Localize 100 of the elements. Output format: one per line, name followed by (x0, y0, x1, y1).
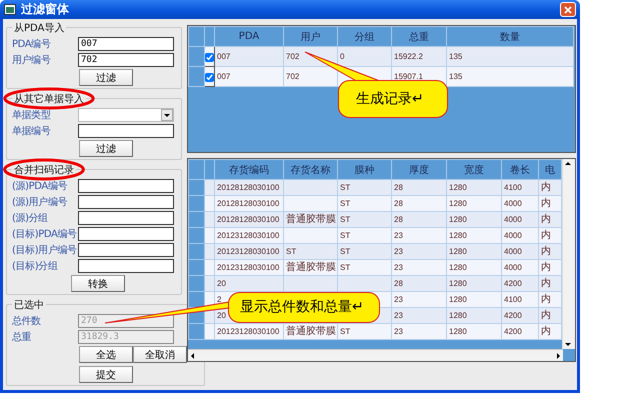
column-header[interactable]: 电 (538, 160, 562, 180)
column-header[interactable]: 存货名称 (284, 160, 338, 180)
table-cell: 内 (538, 276, 562, 292)
table-cell: 4000 (502, 196, 538, 212)
group-title: 合并扫码记录 (14, 165, 74, 176)
table-cell: 1280 (446, 196, 502, 212)
table-cell: 内 (538, 308, 562, 324)
column-header[interactable]: 卷长 (502, 160, 538, 180)
table-cell: 20123128030100 (214, 260, 284, 276)
field-label: 总件数 (12, 314, 42, 328)
table-cell: ST (338, 212, 392, 228)
table-cell: 4100 (502, 292, 538, 308)
text-field[interactable] (78, 243, 174, 257)
table-cell: ST (338, 180, 392, 196)
table-cell: 内 (538, 180, 562, 196)
field-label: 总重 (12, 330, 32, 344)
table-cell: 20123128030100 (214, 228, 284, 244)
table-cell: 1280 (446, 228, 502, 244)
action-button[interactable]: 全取消 (133, 346, 187, 363)
field-label: 单据编号 (12, 124, 52, 138)
field-label: (源)PDA编号 (12, 180, 68, 193)
column-header[interactable]: 总重 (392, 26, 446, 46)
row-checkbox[interactable] (205, 73, 214, 82)
field-label: PDA编号 (12, 38, 52, 51)
table-cell: 28 (392, 212, 446, 228)
table-cell: 4200 (502, 308, 538, 324)
table-cell: 20123128030100 (214, 244, 284, 260)
text-field[interactable]: 007 (78, 37, 174, 51)
field-label: (目标)分组 (12, 260, 59, 273)
text-field[interactable] (78, 211, 174, 225)
table-cell: ST (338, 244, 392, 260)
dropdown-field[interactable] (78, 108, 174, 122)
close-icon (564, 6, 572, 14)
action-button[interactable]: 过滤 (79, 69, 133, 86)
table-cell: 普通胶带膜 (284, 260, 338, 276)
column-header[interactable]: 膜种 (338, 160, 392, 180)
table-cell: 4200 (502, 324, 538, 340)
text-field[interactable] (78, 179, 174, 193)
table-cell: ST (338, 260, 392, 276)
window-icon (4, 4, 16, 15)
table-cell: 28 (392, 196, 446, 212)
field-label: (源)分组 (12, 212, 49, 225)
vertical-scrollbar[interactable] (562, 159, 575, 349)
table-cell: ST (338, 324, 392, 340)
text-field[interactable] (78, 227, 174, 241)
field-label: 单据类型 (12, 108, 52, 122)
field-label: (源)用户编号 (12, 196, 68, 209)
table-cell: 普通胶带膜 (284, 324, 338, 340)
field-label: (目标)PDA编号 (12, 228, 78, 241)
close-button[interactable] (560, 2, 576, 17)
table-cell: 23 (392, 292, 446, 308)
table-cell: 内 (538, 244, 562, 260)
table-cell: 23 (392, 260, 446, 276)
row-checkbox[interactable] (205, 53, 214, 62)
text-field[interactable] (78, 195, 174, 209)
text-field[interactable] (78, 124, 174, 138)
table-cell: 1280 (446, 180, 502, 196)
table-cell: 135 (446, 46, 574, 66)
table-cell: 4000 (502, 228, 538, 244)
table-cell: 1280 (446, 212, 502, 228)
table-cell: 4200 (502, 276, 538, 292)
table-cell: 20128128030100 (214, 180, 284, 196)
action-button[interactable]: 转换 (71, 275, 125, 292)
field-label: (目标)用户编号 (12, 244, 78, 257)
table-cell: 内 (538, 260, 562, 276)
text-field[interactable]: 702 (78, 53, 174, 67)
action-button[interactable]: 提交 (79, 366, 133, 383)
table-cell: 4000 (502, 244, 538, 260)
table-cell: 0 (338, 46, 392, 66)
field-label: 用户编号 (12, 54, 52, 67)
table-cell: 4000 (502, 212, 538, 228)
column-header[interactable]: 宽度 (446, 160, 502, 180)
table-cell: 1280 (446, 292, 502, 308)
column-header[interactable]: PDA (214, 26, 284, 46)
table-cell: 20128128030100 (214, 212, 284, 228)
table-cell: 28 (392, 180, 446, 196)
table-cell: 702 (284, 66, 338, 86)
table-cell: 内 (538, 196, 562, 212)
table-cell: 普通胶带膜 (284, 212, 338, 228)
table-cell: 23 (392, 308, 446, 324)
action-button[interactable]: 全选 (79, 346, 133, 363)
table-cell: 1280 (446, 276, 502, 292)
column-header[interactable]: 厚度 (392, 160, 446, 180)
table-cell: 内 (538, 324, 562, 340)
table-cell: 1280 (446, 324, 502, 340)
table-cell: 23 (392, 244, 446, 260)
window-title: 过滤窗体 (21, 1, 70, 18)
column-header[interactable]: 数量 (446, 26, 574, 46)
action-button[interactable]: 过滤 (79, 140, 133, 157)
horizontal-scrollbar[interactable] (188, 349, 563, 361)
column-header[interactable]: 存货编码 (214, 160, 284, 180)
column-header[interactable]: 分组 (338, 26, 392, 46)
table-cell: 135 (446, 66, 574, 86)
table-cell: 4100 (502, 180, 538, 196)
group-title: 从其它单据导入 (14, 94, 84, 105)
text-field[interactable] (78, 259, 174, 273)
table-cell: 20123128030100 (214, 324, 284, 340)
table-cell: 007 (214, 46, 284, 66)
table-cell: 内 (538, 292, 562, 308)
column-header[interactable]: 用户 (284, 26, 338, 46)
